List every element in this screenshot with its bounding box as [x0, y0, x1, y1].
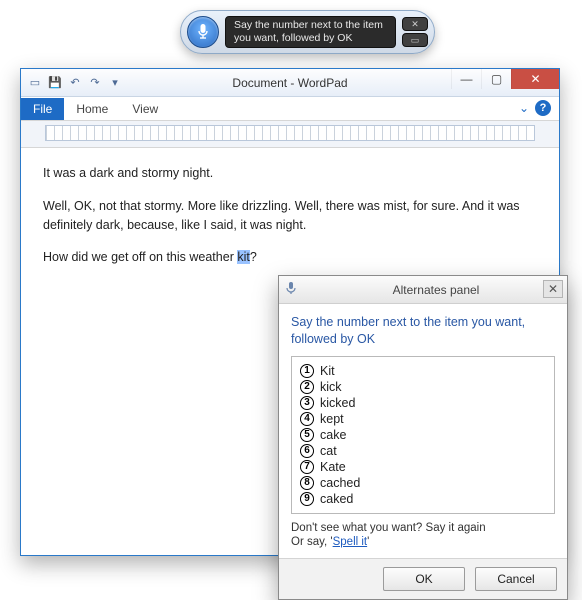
- item-text: Kate: [320, 460, 346, 474]
- list-item[interactable]: 8 cached: [300, 475, 546, 491]
- item-number: 5: [300, 428, 314, 442]
- paragraph-1: It was a dark and stormy night.: [43, 164, 537, 183]
- speech-status-message: Say the number next to the item you want…: [225, 16, 396, 48]
- list-item[interactable]: 5 cake: [300, 427, 546, 443]
- speech-recognition-pill: Say the number next to the item you want…: [180, 10, 435, 54]
- cancel-button[interactable]: Cancel: [475, 567, 557, 591]
- redo-icon[interactable]: ↷: [87, 75, 103, 91]
- list-item[interactable]: 1 Kit: [300, 363, 546, 379]
- list-item[interactable]: 7 Kate: [300, 459, 546, 475]
- alternates-panel: Alternates panel ✕ Say the number next t…: [278, 275, 568, 600]
- paragraph-3: How did we get off on this weather kit?: [43, 248, 537, 267]
- alternates-body: Say the number next to the item you want…: [279, 304, 567, 558]
- selected-word: kit: [237, 250, 250, 264]
- item-text: cake: [320, 428, 346, 442]
- paragraph-3-after: ?: [250, 250, 257, 264]
- window-controls: — ▢ ✕: [451, 69, 559, 89]
- paragraph-3-before: How did we get off on this weather: [43, 250, 237, 264]
- tab-home[interactable]: Home: [64, 98, 120, 120]
- item-text: caked: [320, 492, 353, 506]
- ok-button[interactable]: OK: [383, 567, 465, 591]
- app-icon: ▭: [27, 75, 43, 91]
- qat-dropdown-icon[interactable]: ▾: [107, 75, 123, 91]
- alternates-list: 1 Kit 2 kick 3 kicked 4 kept 5 cake 6 cat 7 Kat…: [291, 356, 555, 514]
- title-bar[interactable]: ▭ 💾 ↶ ↷ ▾ Document - WordPad — ▢ ✕: [21, 69, 559, 97]
- undo-icon[interactable]: ↶: [67, 75, 83, 91]
- item-number: 1: [300, 364, 314, 378]
- alternates-title: Alternates panel: [305, 283, 567, 297]
- list-item[interactable]: 3 kicked: [300, 395, 546, 411]
- hint2-suffix: ': [367, 536, 369, 548]
- maximize-button[interactable]: ▢: [481, 69, 511, 89]
- alternates-title-bar[interactable]: Alternates panel ✕: [279, 276, 567, 304]
- alternates-button-row: OK Cancel: [279, 558, 567, 599]
- hint2-prefix: Or say, ': [291, 536, 333, 548]
- item-number: 2: [300, 380, 314, 394]
- microphone-icon: [285, 281, 305, 298]
- spell-it-link[interactable]: Spell it: [333, 536, 368, 548]
- item-number: 3: [300, 396, 314, 410]
- item-number: 9: [300, 492, 314, 506]
- alternates-hint-2: Or say, 'Spell it': [291, 536, 555, 548]
- paragraph-2: Well, OK, not that stormy. More like dri…: [43, 197, 537, 235]
- ruler[interactable]: [45, 125, 535, 141]
- collapse-ribbon-icon[interactable]: ⌄: [519, 101, 529, 115]
- microphone-button[interactable]: [187, 16, 219, 48]
- item-number: 6: [300, 444, 314, 458]
- alternates-prompt: Say the number next to the item you want…: [291, 314, 555, 348]
- alternates-hint-1: Don't see what you want? Say it again: [291, 522, 555, 534]
- ribbon-tabs: File Home View ⌄ ?: [21, 97, 559, 121]
- list-item[interactable]: 2 kick: [300, 379, 546, 395]
- speech-correction-icon[interactable]: ✕: [402, 17, 428, 31]
- help-icon[interactable]: ?: [535, 100, 551, 116]
- item-text: cat: [320, 444, 337, 458]
- ruler-area: [21, 121, 559, 148]
- list-item[interactable]: 6 cat: [300, 443, 546, 459]
- item-text: cached: [320, 476, 360, 490]
- list-item[interactable]: 4 kept: [300, 411, 546, 427]
- close-button[interactable]: ✕: [511, 69, 559, 89]
- item-number: 8: [300, 476, 314, 490]
- microphone-icon: [196, 23, 210, 41]
- tab-view[interactable]: View: [120, 98, 170, 120]
- ribbon-help: ⌄ ?: [519, 100, 551, 116]
- item-number: 4: [300, 412, 314, 426]
- item-text: kicked: [320, 396, 355, 410]
- list-item[interactable]: 9 caked: [300, 491, 546, 507]
- speech-pill-tools: ✕ ▭: [402, 17, 428, 47]
- alternates-close-button[interactable]: ✕: [543, 280, 563, 298]
- item-number: 7: [300, 460, 314, 474]
- tab-file[interactable]: File: [21, 98, 64, 120]
- item-text: kept: [320, 412, 344, 426]
- speech-options-icon[interactable]: ▭: [402, 33, 428, 47]
- item-text: Kit: [320, 364, 335, 378]
- item-text: kick: [320, 380, 342, 394]
- save-icon[interactable]: 💾: [47, 75, 63, 91]
- minimize-button[interactable]: —: [451, 69, 481, 89]
- quick-access-toolbar: ▭ 💾 ↶ ↷ ▾: [21, 75, 123, 91]
